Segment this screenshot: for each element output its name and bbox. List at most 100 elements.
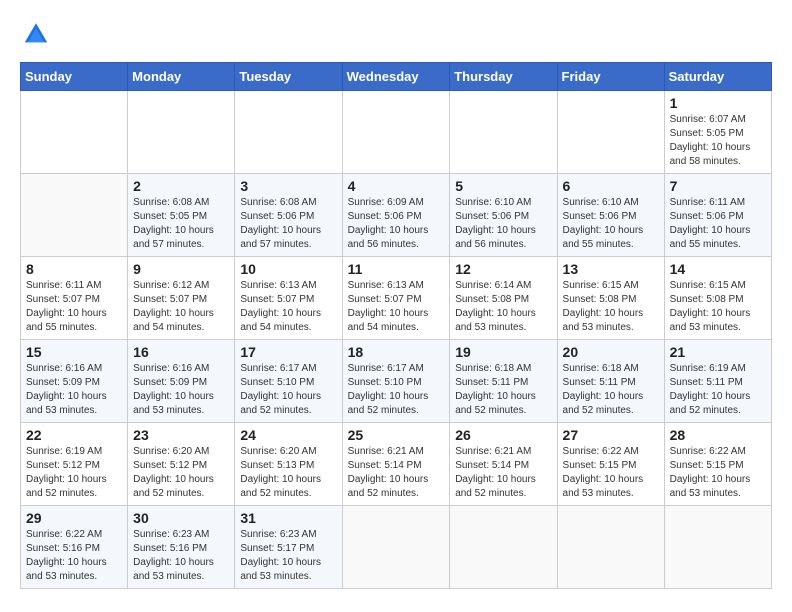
day-info: Sunrise: 6:07 AM Sunset: 5:05 PM Dayligh… (670, 113, 766, 169)
weekday-header: Tuesday (235, 63, 342, 91)
day-number: 20 (563, 344, 659, 360)
day-number: 18 (348, 344, 445, 360)
day-number: 1 (670, 95, 766, 111)
calendar-cell: 2 Sunrise: 6:08 AM Sunset: 5:05 PM Dayli… (128, 174, 235, 257)
calendar-cell: 21 Sunrise: 6:19 AM Sunset: 5:11 PM Dayl… (664, 340, 771, 423)
calendar-cell: 27 Sunrise: 6:22 AM Sunset: 5:15 PM Dayl… (557, 423, 664, 506)
day-info: Sunrise: 6:20 AM Sunset: 5:12 PM Dayligh… (133, 445, 229, 501)
weekday-header: Wednesday (342, 63, 450, 91)
calendar-cell: 18 Sunrise: 6:17 AM Sunset: 5:10 PM Dayl… (342, 340, 450, 423)
calendar-cell: 20 Sunrise: 6:18 AM Sunset: 5:11 PM Dayl… (557, 340, 664, 423)
calendar-cell: 29 Sunrise: 6:22 AM Sunset: 5:16 PM Dayl… (21, 506, 128, 589)
weekday-header: Saturday (664, 63, 771, 91)
calendar-cell: 24 Sunrise: 6:20 AM Sunset: 5:13 PM Dayl… (235, 423, 342, 506)
day-number: 14 (670, 261, 766, 277)
day-number: 22 (26, 427, 122, 443)
calendar-cell: 25 Sunrise: 6:21 AM Sunset: 5:14 PM Dayl… (342, 423, 450, 506)
day-number: 27 (563, 427, 659, 443)
calendar-week-row: 15 Sunrise: 6:16 AM Sunset: 5:09 PM Dayl… (21, 340, 772, 423)
day-number: 23 (133, 427, 229, 443)
day-number: 29 (26, 510, 122, 526)
calendar-cell (21, 91, 128, 174)
day-number: 30 (133, 510, 229, 526)
day-info: Sunrise: 6:17 AM Sunset: 5:10 PM Dayligh… (348, 362, 445, 418)
weekday-header: Monday (128, 63, 235, 91)
calendar-cell: 14 Sunrise: 6:15 AM Sunset: 5:08 PM Dayl… (664, 257, 771, 340)
day-info: Sunrise: 6:23 AM Sunset: 5:16 PM Dayligh… (133, 528, 229, 584)
calendar-cell (128, 91, 235, 174)
calendar-cell: 31 Sunrise: 6:23 AM Sunset: 5:17 PM Dayl… (235, 506, 342, 589)
day-info: Sunrise: 6:20 AM Sunset: 5:13 PM Dayligh… (240, 445, 336, 501)
calendar-cell: 5 Sunrise: 6:10 AM Sunset: 5:06 PM Dayli… (450, 174, 557, 257)
calendar-header-row: SundayMondayTuesdayWednesdayThursdayFrid… (21, 63, 772, 91)
day-number: 31 (240, 510, 336, 526)
page-header (20, 20, 772, 52)
calendar-cell (450, 506, 557, 589)
calendar-cell: 16 Sunrise: 6:16 AM Sunset: 5:09 PM Dayl… (128, 340, 235, 423)
day-number: 2 (133, 178, 229, 194)
day-number: 8 (26, 261, 122, 277)
day-info: Sunrise: 6:10 AM Sunset: 5:06 PM Dayligh… (455, 196, 551, 252)
calendar-cell: 11 Sunrise: 6:13 AM Sunset: 5:07 PM Dayl… (342, 257, 450, 340)
day-info: Sunrise: 6:18 AM Sunset: 5:11 PM Dayligh… (563, 362, 659, 418)
day-info: Sunrise: 6:21 AM Sunset: 5:14 PM Dayligh… (455, 445, 551, 501)
day-info: Sunrise: 6:22 AM Sunset: 5:15 PM Dayligh… (563, 445, 659, 501)
calendar-cell: 26 Sunrise: 6:21 AM Sunset: 5:14 PM Dayl… (450, 423, 557, 506)
day-info: Sunrise: 6:11 AM Sunset: 5:07 PM Dayligh… (26, 279, 122, 335)
day-number: 11 (348, 261, 445, 277)
calendar-cell: 23 Sunrise: 6:20 AM Sunset: 5:12 PM Dayl… (128, 423, 235, 506)
day-info: Sunrise: 6:08 AM Sunset: 5:06 PM Dayligh… (240, 196, 336, 252)
calendar-cell: 13 Sunrise: 6:15 AM Sunset: 5:08 PM Dayl… (557, 257, 664, 340)
calendar-cell: 4 Sunrise: 6:09 AM Sunset: 5:06 PM Dayli… (342, 174, 450, 257)
day-number: 25 (348, 427, 445, 443)
day-number: 24 (240, 427, 336, 443)
calendar-week-row: 8 Sunrise: 6:11 AM Sunset: 5:07 PM Dayli… (21, 257, 772, 340)
calendar-cell: 22 Sunrise: 6:19 AM Sunset: 5:12 PM Dayl… (21, 423, 128, 506)
day-number: 26 (455, 427, 551, 443)
calendar-cell (557, 506, 664, 589)
calendar-cell: 30 Sunrise: 6:23 AM Sunset: 5:16 PM Dayl… (128, 506, 235, 589)
day-number: 17 (240, 344, 336, 360)
day-number: 7 (670, 178, 766, 194)
day-info: Sunrise: 6:09 AM Sunset: 5:06 PM Dayligh… (348, 196, 445, 252)
calendar-cell (664, 506, 771, 589)
day-number: 21 (670, 344, 766, 360)
calendar-cell (557, 91, 664, 174)
weekday-header: Friday (557, 63, 664, 91)
day-number: 6 (563, 178, 659, 194)
day-info: Sunrise: 6:22 AM Sunset: 5:16 PM Dayligh… (26, 528, 122, 584)
day-info: Sunrise: 6:18 AM Sunset: 5:11 PM Dayligh… (455, 362, 551, 418)
calendar-cell: 9 Sunrise: 6:12 AM Sunset: 5:07 PM Dayli… (128, 257, 235, 340)
day-info: Sunrise: 6:15 AM Sunset: 5:08 PM Dayligh… (563, 279, 659, 335)
calendar-cell: 1 Sunrise: 6:07 AM Sunset: 5:05 PM Dayli… (664, 91, 771, 174)
weekday-header: Sunday (21, 63, 128, 91)
day-info: Sunrise: 6:12 AM Sunset: 5:07 PM Dayligh… (133, 279, 229, 335)
calendar-cell: 3 Sunrise: 6:08 AM Sunset: 5:06 PM Dayli… (235, 174, 342, 257)
calendar-table: SundayMondayTuesdayWednesdayThursdayFrid… (20, 62, 772, 589)
calendar-cell (450, 91, 557, 174)
calendar-cell: 12 Sunrise: 6:14 AM Sunset: 5:08 PM Dayl… (450, 257, 557, 340)
day-info: Sunrise: 6:13 AM Sunset: 5:07 PM Dayligh… (240, 279, 336, 335)
day-info: Sunrise: 6:11 AM Sunset: 5:06 PM Dayligh… (670, 196, 766, 252)
day-info: Sunrise: 6:19 AM Sunset: 5:11 PM Dayligh… (670, 362, 766, 418)
calendar-cell (342, 506, 450, 589)
calendar-cell: 8 Sunrise: 6:11 AM Sunset: 5:07 PM Dayli… (21, 257, 128, 340)
day-number: 12 (455, 261, 551, 277)
day-info: Sunrise: 6:16 AM Sunset: 5:09 PM Dayligh… (26, 362, 122, 418)
day-info: Sunrise: 6:19 AM Sunset: 5:12 PM Dayligh… (26, 445, 122, 501)
calendar-cell: 6 Sunrise: 6:10 AM Sunset: 5:06 PM Dayli… (557, 174, 664, 257)
day-number: 10 (240, 261, 336, 277)
day-number: 4 (348, 178, 445, 194)
calendar-cell (235, 91, 342, 174)
calendar-cell: 15 Sunrise: 6:16 AM Sunset: 5:09 PM Dayl… (21, 340, 128, 423)
day-number: 13 (563, 261, 659, 277)
day-number: 15 (26, 344, 122, 360)
calendar-week-row: 2 Sunrise: 6:08 AM Sunset: 5:05 PM Dayli… (21, 174, 772, 257)
day-info: Sunrise: 6:17 AM Sunset: 5:10 PM Dayligh… (240, 362, 336, 418)
calendar-cell: 28 Sunrise: 6:22 AM Sunset: 5:15 PM Dayl… (664, 423, 771, 506)
day-info: Sunrise: 6:10 AM Sunset: 5:06 PM Dayligh… (563, 196, 659, 252)
day-number: 9 (133, 261, 229, 277)
day-info: Sunrise: 6:14 AM Sunset: 5:08 PM Dayligh… (455, 279, 551, 335)
weekday-header: Thursday (450, 63, 557, 91)
calendar-cell: 17 Sunrise: 6:17 AM Sunset: 5:10 PM Dayl… (235, 340, 342, 423)
